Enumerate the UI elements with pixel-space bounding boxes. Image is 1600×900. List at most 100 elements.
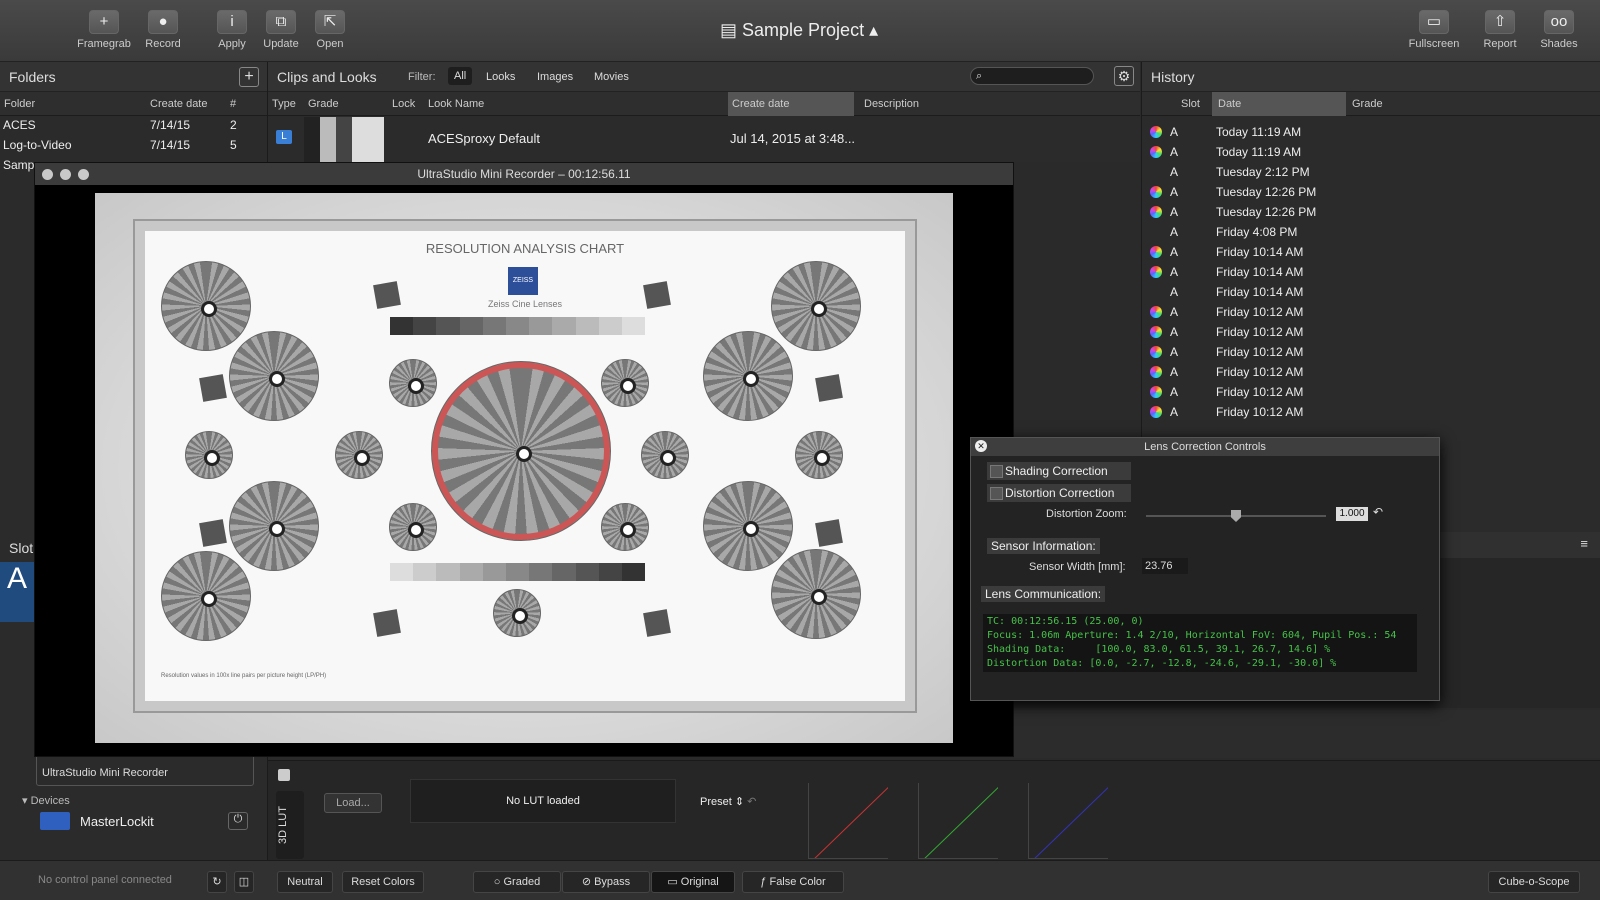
grade-thumbnail[interactable]: [304, 117, 384, 162]
sensor-width-field[interactable]: 23.76: [1142, 558, 1188, 574]
history-row[interactable]: A Friday 4:08 PM: [1142, 222, 1600, 242]
viewer-titlebar[interactable]: UltraStudio Mini Recorder – 00:12:56.11: [35, 163, 1013, 185]
small-star: [601, 359, 649, 407]
shading-correction-checkbox[interactable]: Shading Correction: [987, 462, 1131, 480]
preset-select[interactable]: Preset ⇕ ↶: [700, 795, 756, 808]
slot-a[interactable]: A: [0, 562, 34, 622]
history-row[interactable]: A Tuesday 12:26 PM: [1142, 182, 1600, 202]
plus-icon[interactable]: +: [239, 67, 259, 87]
clips-header: Clips and Looks Filter: All Looks Images…: [268, 62, 1140, 92]
copy-icon: ⧉: [266, 10, 296, 34]
history-row[interactable]: A Friday 10:12 AM: [1142, 302, 1600, 322]
col-description[interactable]: Description: [864, 92, 919, 116]
col-lock[interactable]: Lock: [392, 92, 415, 116]
grade-wheel-icon: [1150, 266, 1162, 278]
neutral-button[interactable]: Neutral: [277, 871, 333, 893]
col-slot[interactable]: Slot: [1181, 92, 1200, 116]
slant-square: [815, 374, 843, 402]
grade-wheel-icon: [1150, 406, 1162, 418]
history-row[interactable]: A Today 11:19 AM: [1142, 142, 1600, 162]
col-grade[interactable]: Grade: [308, 92, 339, 116]
folder-row[interactable]: Log-to-Video: [3, 138, 72, 152]
devices-section[interactable]: ▾ Devices: [22, 794, 70, 807]
small-star: [389, 503, 437, 551]
search-input[interactable]: ⌕: [970, 67, 1094, 85]
distortion-correction-checkbox[interactable]: Distortion Correction: [987, 484, 1131, 502]
blue-curve: [1028, 783, 1108, 859]
siemens-star: [229, 481, 319, 571]
distortion-zoom-slider[interactable]: [1146, 510, 1326, 522]
zeiss-logo: ZEISS: [508, 267, 538, 295]
fullscreen-button[interactable]: ▭ Fullscreen: [1405, 10, 1463, 50]
plus-icon: +: [89, 10, 119, 34]
history-row[interactable]: A Friday 10:14 AM: [1142, 282, 1600, 302]
bypass-button[interactable]: ⊘ Bypass: [562, 871, 650, 893]
history-row[interactable]: A Today 11:19 AM: [1142, 122, 1600, 142]
shades-button[interactable]: oo Shades: [1530, 10, 1588, 50]
filter-all[interactable]: All: [448, 67, 473, 85]
history-row[interactable]: A Tuesday 2:12 PM: [1142, 162, 1600, 182]
zoom-value[interactable]: 1.000: [1336, 507, 1368, 521]
caret-up-icon: ▴: [864, 20, 879, 40]
device-name[interactable]: MasterLockit: [80, 814, 154, 829]
col-date[interactable]: Date: [1212, 92, 1346, 116]
refresh-icon[interactable]: ↻: [207, 871, 227, 893]
history-date: Friday 10:12 AM: [1216, 365, 1304, 379]
framegrab-button[interactable]: + Framegrab: [75, 10, 133, 50]
original-button[interactable]: ▭ Original: [651, 871, 735, 893]
history-row[interactable]: A Friday 10:14 AM: [1142, 242, 1600, 262]
slider-thumb[interactable]: [1231, 510, 1241, 522]
history-row[interactable]: A Friday 10:12 AM: [1142, 402, 1600, 422]
grade-wheel-icon: [1150, 366, 1162, 378]
lut-checkbox[interactable]: [278, 769, 290, 781]
col-folder[interactable]: Folder: [4, 92, 35, 116]
folder-row[interactable]: Samp: [3, 158, 34, 172]
zoom-window-icon[interactable]: [78, 169, 89, 180]
history-row[interactable]: A Friday 10:12 AM: [1142, 342, 1600, 362]
history-row[interactable]: A Friday 10:14 AM: [1142, 262, 1600, 282]
history-row[interactable]: A Friday 10:12 AM: [1142, 382, 1600, 402]
lut-panel: 3D LUT Load... No LUT loaded Preset ⇕ ↶: [268, 760, 1600, 860]
history-row[interactable]: A Friday 10:12 AM: [1142, 322, 1600, 342]
power-icon[interactable]: ⏻: [228, 812, 248, 830]
col-type[interactable]: Type: [272, 92, 296, 116]
cube-o-scope-button[interactable]: Cube-o-Scope: [1488, 871, 1580, 893]
close-window-icon[interactable]: [42, 169, 53, 180]
record-button[interactable]: ● Record: [134, 10, 192, 50]
project-title[interactable]: ▤ Sample Project ▴: [720, 20, 878, 41]
menu-icon[interactable]: ≡: [1580, 536, 1588, 551]
siemens-star: [703, 331, 793, 421]
history-slot: A: [1170, 245, 1179, 259]
folders-header: Folders +: [0, 62, 267, 92]
lut-tab[interactable]: 3D LUT: [276, 791, 304, 859]
history-row[interactable]: A Tuesday 12:26 PM: [1142, 202, 1600, 222]
col-grade[interactable]: Grade: [1352, 92, 1383, 116]
filter-movies[interactable]: Movies: [594, 62, 629, 92]
reset-icon[interactable]: ↶: [1373, 505, 1383, 519]
col-create-date[interactable]: Create date: [728, 92, 854, 116]
fullscreen-icon: ▭: [1419, 10, 1449, 34]
load-lut-button[interactable]: Load...: [324, 793, 382, 813]
minimize-window-icon[interactable]: [60, 169, 71, 180]
report-button[interactable]: ⇧ Report: [1471, 10, 1529, 50]
camera-icon[interactable]: ◫: [234, 871, 254, 893]
close-icon[interactable]: ✕: [975, 440, 987, 452]
false-color-button[interactable]: ƒ False Color: [742, 871, 844, 893]
graded-button[interactable]: ○ Graded: [473, 871, 561, 893]
col-look-name[interactable]: Look Name: [428, 92, 484, 116]
filter-looks[interactable]: Looks: [486, 62, 515, 92]
col-create-date[interactable]: Create date: [150, 92, 207, 116]
share-icon: ⇧: [1485, 10, 1515, 34]
grade-wheel-icon: [1150, 386, 1162, 398]
folder-row[interactable]: ACES: [3, 118, 36, 132]
sensor-section: Sensor Information:: [987, 538, 1100, 554]
lens-titlebar[interactable]: ✕ Lens Correction Controls: [971, 438, 1439, 456]
history-row[interactable]: A Friday 10:12 AM: [1142, 362, 1600, 382]
filter-images[interactable]: Images: [537, 62, 573, 92]
slant-square: [815, 519, 843, 547]
reset-colors-button[interactable]: Reset Colors: [342, 871, 424, 893]
history-date: Friday 10:12 AM: [1216, 385, 1304, 399]
open-button[interactable]: ⇱ Open: [301, 10, 359, 50]
gear-icon[interactable]: ⚙: [1114, 66, 1134, 86]
col-count[interactable]: #: [230, 92, 236, 116]
